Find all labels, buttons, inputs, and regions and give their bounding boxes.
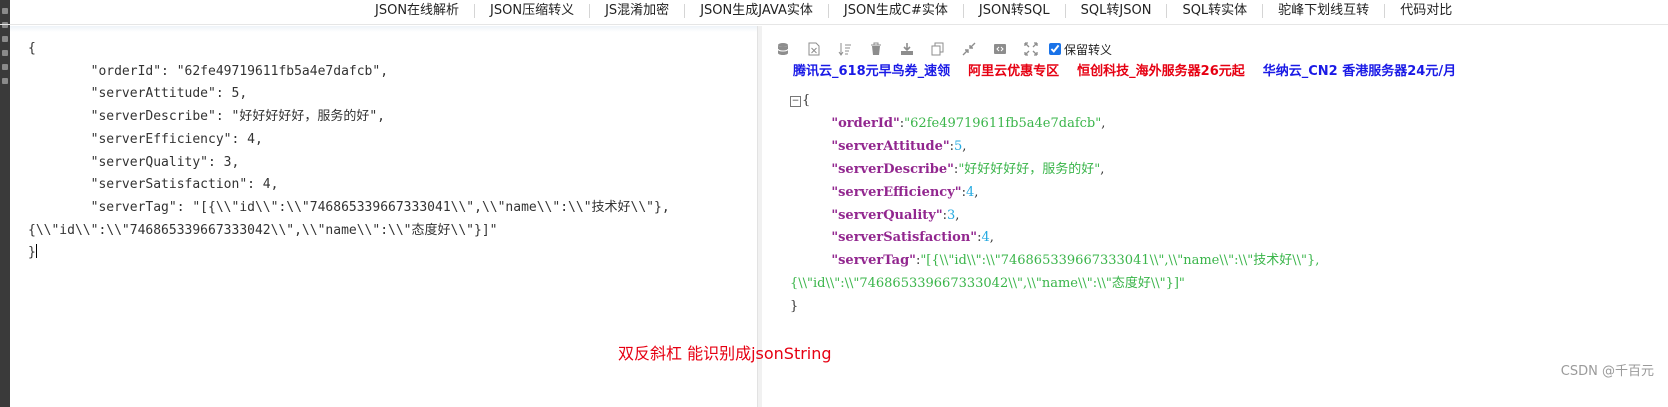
tree-open-brace: { xyxy=(802,93,811,108)
keep-escape-toggle[interactable]: 保留转义 xyxy=(1049,41,1112,58)
json-tree-view: −{ "orderId":"62fe49719611fb5a4e7dafcb",… xyxy=(790,93,1320,315)
code-line: { xyxy=(28,41,36,56)
nav-json-to-sql[interactable]: JSON转SQL xyxy=(964,4,1066,18)
tree-close-brace: } xyxy=(790,299,799,315)
code-icon[interactable] xyxy=(989,41,1011,57)
json-input-text[interactable]: { "orderId": "62fe49719611fb5a4e7dafcb",… xyxy=(28,38,670,265)
code-line: } xyxy=(28,245,36,261)
tree-value: "好好好好好，服务的好" xyxy=(958,161,1101,177)
tree-key: "serverQuality" xyxy=(831,207,943,223)
keep-escape-checkbox[interactable] xyxy=(1049,43,1061,55)
excel-icon[interactable] xyxy=(803,41,825,57)
tree-key: "serverAttitude" xyxy=(831,138,950,154)
tree-value: "62fe49719611fb5a4e7dafcb" xyxy=(904,115,1102,131)
code-line: "serverSatisfaction": 4, xyxy=(28,177,279,193)
collapse-icon[interactable]: − xyxy=(790,96,801,107)
nav-json-to-csharp[interactable]: JSON生成C#实体 xyxy=(829,4,964,18)
ad-link-tencent-cloud[interactable]: 腾讯云_618元早鸟券_速领 xyxy=(793,60,950,79)
trash-icon[interactable] xyxy=(865,41,887,57)
ad-link-huana-cloud[interactable]: 华纳云_CN2 香港服务器24元/月 xyxy=(1263,60,1456,79)
output-toolbar: 保留转义 xyxy=(772,40,1112,58)
tree-value: "[{\\"id\\":\\"746865339667333041\\",\\"… xyxy=(920,253,1320,269)
tree-value: 4 xyxy=(965,184,975,200)
header-divider xyxy=(0,24,1668,25)
download-icon[interactable] xyxy=(896,41,918,57)
sidebar-marker xyxy=(2,64,8,70)
tree-key: "serverDescribe" xyxy=(831,161,954,177)
nav-sql-to-entity[interactable]: SQL转实体 xyxy=(1167,4,1264,18)
database-icon[interactable] xyxy=(772,41,794,57)
tree-key: "serverTag" xyxy=(831,253,916,269)
nav-json-to-java[interactable]: JSON生成JAVA实体 xyxy=(685,4,829,18)
sidebar-marker xyxy=(2,8,8,14)
code-line: {\\"id\\":\\"746865339667333042\\",\\"na… xyxy=(28,222,498,238)
tree-value: 4 xyxy=(981,230,990,246)
copy-icon[interactable] xyxy=(927,41,949,57)
code-line: "serverDescribe": "好好好好好，服务的好", xyxy=(28,109,385,125)
left-sidebar-strip xyxy=(0,0,10,407)
text-cursor xyxy=(35,244,37,259)
tree-value-continued: {\\"id\\":\\"746865339667333042\\",\\"na… xyxy=(790,276,1185,292)
sidebar-marker xyxy=(2,78,8,84)
nav-json-compress-escape[interactable]: JSON压缩转义 xyxy=(475,4,591,18)
tree-key: "orderId" xyxy=(831,115,900,131)
expand-icon[interactable] xyxy=(1020,41,1042,57)
annotation-note: 双反斜杠 能识别成jsonString xyxy=(618,344,832,363)
nav-code-compare[interactable]: 代码对比 xyxy=(1385,4,1467,18)
nav-json-parse[interactable]: JSON在线解析 xyxy=(360,4,476,18)
sidebar-marker xyxy=(2,36,8,42)
code-line: "serverQuality": 3, xyxy=(28,154,240,170)
ad-links: 腾讯云_618元早鸟券_速领 阿里云优惠专区 恒创科技_海外服务器26元起 华纳… xyxy=(793,60,1474,79)
sort-icon[interactable] xyxy=(834,41,856,57)
top-navigation: JSON在线解析 JSON压缩转义 JS混淆加密 JSON生成JAVA实体 JS… xyxy=(360,0,1467,22)
nav-js-obfuscate[interactable]: JS混淆加密 xyxy=(590,4,686,18)
sidebar-marker xyxy=(2,22,8,28)
code-line: "orderId": "62fe49719611fb5a4e7dafcb", xyxy=(28,63,389,79)
compress-icon[interactable] xyxy=(958,41,980,57)
code-line: "serverAttitude": 5, xyxy=(28,86,248,102)
ad-link-aliyun[interactable]: 阿里云优惠专区 xyxy=(968,60,1059,79)
editor-top-shadow xyxy=(10,26,758,32)
watermark: CSDN @千百元 xyxy=(1560,364,1654,379)
keep-escape-label: 保留转义 xyxy=(1064,42,1113,57)
code-line: "serverEfficiency": 4, xyxy=(28,131,263,147)
ad-link-henghchuang[interactable]: 恒创科技_海外服务器26元起 xyxy=(1077,60,1245,79)
sidebar-marker xyxy=(2,50,8,56)
tree-key: "serverEfficiency" xyxy=(831,184,962,200)
nav-sql-to-json[interactable]: SQL转JSON xyxy=(1066,4,1168,18)
tree-key: "serverSatisfaction" xyxy=(831,230,978,246)
code-line: "serverTag": "[{\\"id\\":\\"746865339667… xyxy=(28,199,670,215)
nav-camel-underscore[interactable]: 驼峰下划线互转 xyxy=(1263,4,1386,18)
